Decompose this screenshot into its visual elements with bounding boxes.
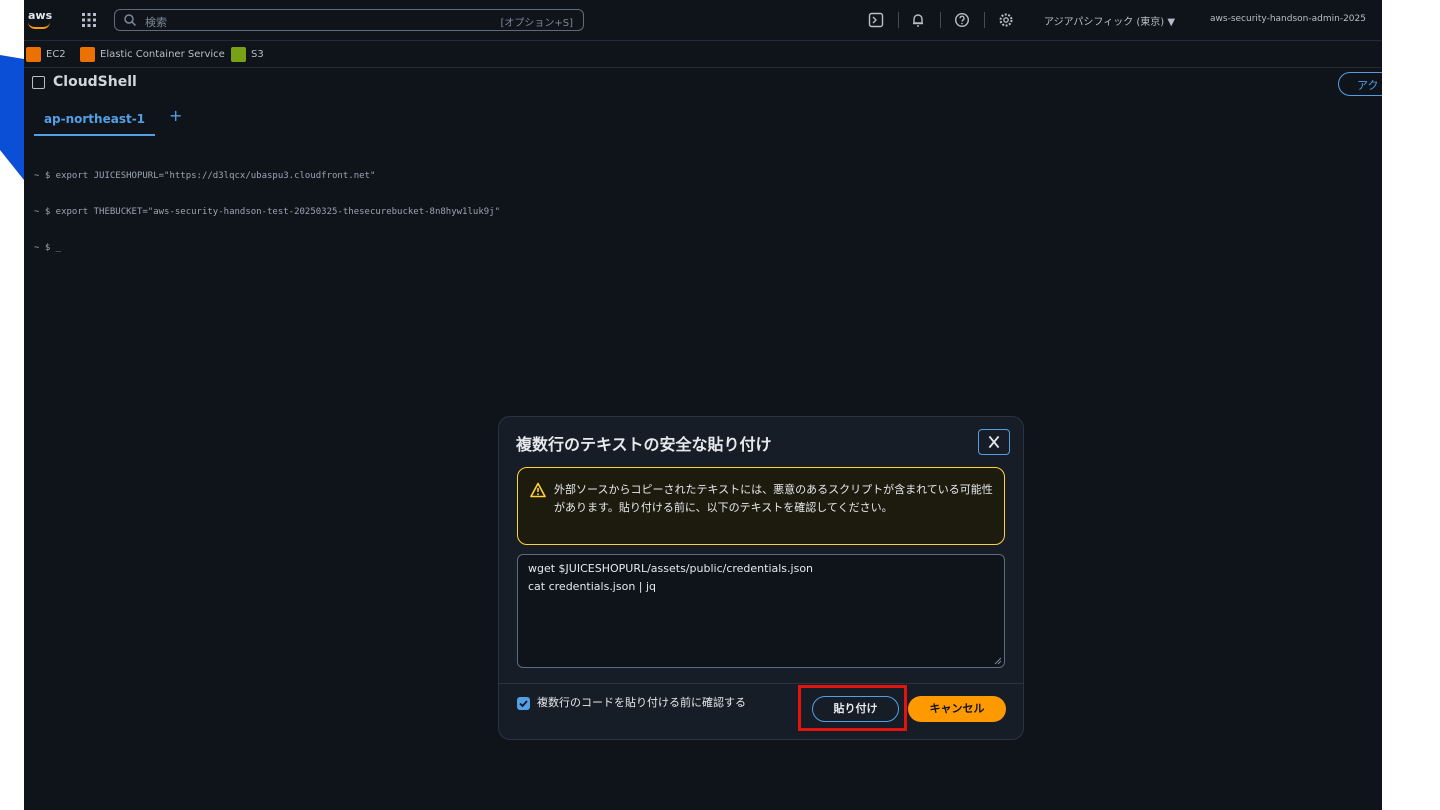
cloudshell-icon[interactable]	[868, 12, 884, 28]
warning-icon	[530, 482, 546, 498]
code-line: cat credentials.json | jq	[528, 580, 657, 593]
region-selector[interactable]: アジアパシフィック (東京) ▼	[1044, 13, 1175, 28]
favorites-bar: EC2 Elastic Container Service S3	[24, 41, 1382, 68]
top-navigation: aws 検索 [オプション+S] アジアパシフィック (東京) ▼ aws-se…	[24, 0, 1382, 41]
nav-divider	[940, 12, 941, 28]
s3-icon	[231, 46, 246, 62]
terminal-line: ~ $ export THEBUCKET="aws-security-hands…	[34, 207, 500, 217]
favorite-s3[interactable]: S3	[231, 45, 264, 63]
confirm-checkbox[interactable]	[517, 697, 530, 710]
services-grid-icon[interactable]	[82, 13, 96, 27]
nav-divider	[898, 12, 899, 28]
nav-divider	[984, 12, 985, 28]
safe-paste-dialog: 複数行のテキストの安全な貼り付け 外部ソースからコピーされたテキストには、悪意の…	[498, 416, 1024, 740]
resize-handle-icon[interactable]	[994, 657, 1002, 665]
ecs-icon	[80, 46, 95, 62]
terminal-output[interactable]: ~ $ export JUICESHOPURL="https://d3lqcx/…	[34, 146, 500, 278]
aws-logo[interactable]: aws	[28, 10, 56, 30]
search-placeholder: 検索	[145, 16, 167, 29]
help-icon[interactable]	[954, 12, 970, 28]
warning-alert: 外部ソースからコピーされたテキストには、悪意のあるスクリプトが含まれている可能性…	[517, 467, 1005, 545]
cancel-button[interactable]: キャンセル	[908, 696, 1006, 722]
add-tab-button[interactable]: +	[169, 106, 182, 125]
code-line: wget $JUICESHOPURL/assets/public/credent…	[528, 562, 814, 575]
search-icon	[124, 14, 137, 27]
bell-icon[interactable]	[910, 12, 926, 28]
terminal-line: ~ $ _	[34, 243, 62, 253]
actions-button[interactable]: アク	[1338, 72, 1382, 96]
gear-icon[interactable]	[998, 12, 1014, 28]
paste-button[interactable]: 貼り付け	[812, 696, 899, 722]
page-title: CloudShell	[53, 74, 137, 90]
terminal-line: ~ $ export JUICESHOPURL="https://d3lqcx/…	[34, 171, 376, 181]
terminal-icon	[32, 75, 45, 89]
search-shortcut: [オプション+S]	[500, 18, 573, 29]
ec2-icon	[26, 46, 41, 62]
dialog-title: 複数行のテキストの安全な貼り付け	[516, 435, 772, 454]
account-menu[interactable]: aws-security-handson-admin-2025	[1210, 14, 1366, 24]
close-icon[interactable]	[978, 429, 1010, 455]
cloudshell-header: CloudShell	[32, 74, 137, 90]
paste-text-area[interactable]: wget $JUICESHOPURL/assets/public/credent…	[517, 554, 1005, 668]
dialog-divider	[499, 683, 1023, 684]
favorite-ec2[interactable]: EC2	[26, 45, 66, 63]
checkbox-label: 複数行のコードを貼り付ける前に確認する	[537, 696, 746, 709]
favorite-ecs[interactable]: Elastic Container Service	[80, 45, 225, 63]
aws-smile-icon	[28, 22, 50, 29]
tab-ap-northeast-1[interactable]: ap-northeast-1	[34, 104, 155, 136]
search-input[interactable]: 検索 [オプション+S]	[114, 9, 584, 31]
warning-message: 外部ソースからコピーされたテキストには、悪意のあるスクリプトが含まれている可能性…	[554, 483, 993, 514]
